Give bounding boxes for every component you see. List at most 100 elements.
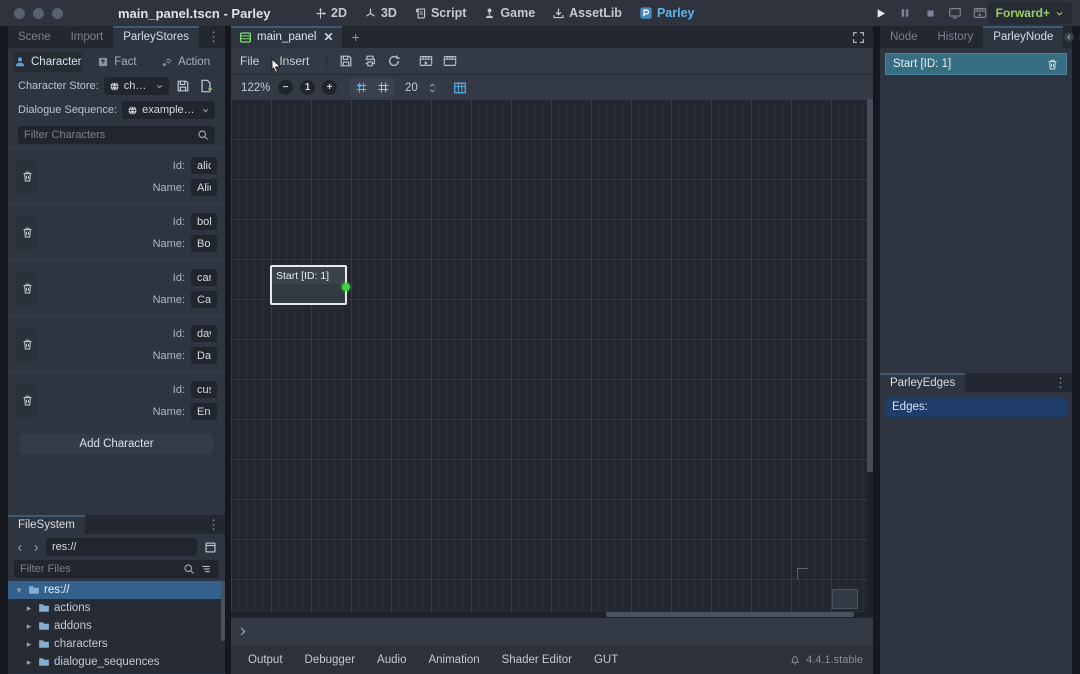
bell-icon[interactable] — [789, 654, 801, 666]
grid-toggle[interactable] — [372, 78, 394, 97]
chevron-right-icon[interactable]: ▸ — [24, 639, 34, 650]
delete-character-button[interactable] — [16, 216, 38, 250]
filter-files-input[interactable] — [20, 563, 183, 575]
tab-action[interactable]: Action — [152, 52, 219, 72]
tab-fact[interactable]: Fact — [84, 52, 151, 72]
character-id-field[interactable] — [191, 381, 217, 398]
play-scene-button[interactable] — [972, 5, 988, 21]
tab-filesystem[interactable]: FileSystem — [8, 515, 85, 534]
tree-item-actions[interactable]: ▸ actions — [8, 599, 225, 617]
dialogue-sequence-select[interactable]: example.ds — [122, 101, 215, 119]
output-port[interactable] — [342, 283, 350, 291]
bottom-tab-animation[interactable]: Animation — [417, 654, 490, 666]
new-tab-button[interactable]: + — [342, 26, 370, 48]
dock-menu-icon[interactable]: ⋮ — [202, 517, 225, 533]
save-store-button[interactable] — [174, 77, 192, 95]
stop-button[interactable] — [922, 5, 938, 21]
character-id-field[interactable] — [191, 157, 217, 174]
print-button[interactable] — [359, 51, 381, 71]
character-name-field[interactable] — [191, 235, 217, 252]
tab-import[interactable]: Import — [61, 26, 114, 48]
graph-minimap[interactable] — [832, 589, 858, 609]
prev-tab-icon[interactable] — [1063, 31, 1075, 43]
selected-node-header[interactable]: Start [ID: 1] — [885, 53, 1067, 75]
tab-3d[interactable]: 3D — [364, 6, 397, 20]
character-id-field[interactable] — [191, 325, 217, 342]
zoom-out-button[interactable]: − — [278, 80, 293, 95]
grid-size-value[interactable]: 20 — [405, 82, 418, 94]
graph-node-start[interactable]: Start [ID: 1] — [270, 265, 347, 305]
chevron-right-icon[interactable]: ▸ — [24, 603, 34, 614]
add-character-button[interactable]: Add Character — [20, 434, 213, 454]
test-dialogue-from-start-button[interactable] — [439, 51, 461, 71]
bottom-tab-gut[interactable]: GUT — [583, 654, 629, 666]
new-store-button[interactable] — [197, 77, 215, 95]
tab-history[interactable]: History — [928, 26, 984, 48]
tab-parley[interactable]: Parley — [639, 6, 695, 20]
character-name-field[interactable] — [191, 403, 217, 420]
minimap-toggle[interactable] — [449, 78, 471, 97]
character-name-field[interactable] — [191, 291, 217, 308]
menu-file[interactable]: File — [231, 54, 268, 68]
dock-menu-icon[interactable]: ⋮ — [202, 29, 225, 45]
tab-node[interactable]: Node — [880, 26, 928, 48]
vertical-scrollbar[interactable] — [867, 99, 873, 617]
pause-button[interactable] — [897, 5, 913, 21]
tab-script[interactable]: Script — [414, 6, 466, 20]
delete-character-button[interactable] — [16, 160, 38, 194]
save-dialogue-button[interactable] — [335, 51, 357, 71]
scrollbar-thumb[interactable] — [867, 99, 873, 472]
character-store-select[interactable]: character_st — [104, 77, 169, 95]
tab-assetlib[interactable]: AssetLib — [552, 6, 622, 20]
remote-debug-button[interactable] — [947, 5, 963, 21]
tree-scrollbar[interactable] — [221, 581, 225, 641]
split-filesystem-button[interactable] — [201, 538, 219, 556]
bottom-tab-audio[interactable]: Audio — [366, 654, 417, 666]
chevron-down-icon[interactable]: ▾ — [14, 585, 24, 596]
tab-2d[interactable]: 2D — [314, 6, 347, 20]
tab-scene[interactable]: Scene — [8, 26, 61, 48]
tab-parley-stores[interactable]: ParleyStores — [113, 26, 199, 48]
bottom-panel-expander[interactable] — [231, 617, 873, 645]
filter-characters-input[interactable] — [24, 129, 197, 141]
tree-item-addons[interactable]: ▸ addons — [8, 617, 225, 635]
bottom-tab-output[interactable]: Output — [237, 654, 294, 666]
character-id-field[interactable] — [191, 269, 217, 286]
renderer-selector[interactable]: Forward+ — [988, 2, 1072, 24]
zoom-reset-button[interactable]: 1 — [300, 80, 315, 95]
tab-parley-edges[interactable]: ParleyEdges — [880, 373, 965, 392]
graph-node-title[interactable]: Start [ID: 1] — [272, 267, 345, 284]
test-dialogue-button[interactable] — [415, 51, 437, 71]
dock-menu-icon[interactable]: ⋮ — [1049, 375, 1072, 391]
delete-node-button[interactable] — [1046, 58, 1059, 71]
grid-size-spinner[interactable] — [427, 81, 438, 95]
tree-item-dialogue-sequences[interactable]: ▸ dialogue_sequences — [8, 653, 225, 671]
play-button[interactable] — [872, 5, 888, 21]
path-input[interactable] — [52, 541, 191, 553]
minimize-window-button[interactable] — [33, 8, 44, 19]
bottom-tab-shader-editor[interactable]: Shader Editor — [491, 654, 583, 666]
nav-forward-button[interactable] — [30, 540, 42, 554]
tab-main-panel[interactable]: main_panel ✕ — [231, 26, 342, 48]
nav-back-button[interactable] — [14, 540, 26, 554]
chevron-right-icon[interactable]: ▸ — [24, 621, 34, 632]
tab-character[interactable]: Character — [14, 52, 82, 72]
chevron-right-icon[interactable]: ▸ — [24, 657, 34, 668]
zoom-in-button[interactable]: + — [322, 80, 337, 95]
reset-view-button[interactable] — [383, 51, 405, 71]
close-tab-icon[interactable]: ✕ — [323, 30, 333, 44]
character-name-field[interactable] — [191, 347, 217, 364]
dialogue-graph-canvas[interactable]: Start [ID: 1] — [231, 99, 867, 617]
tab-parley-node[interactable]: ParleyNode — [983, 26, 1063, 48]
maximize-window-button[interactable] — [52, 8, 63, 19]
character-id-field[interactable] — [191, 213, 217, 230]
delete-character-button[interactable] — [16, 272, 38, 306]
tree-item-res-root[interactable]: ▾ res:// — [8, 581, 225, 599]
tree-item-characters[interactable]: ▸ characters — [8, 635, 225, 653]
expand-editor-button[interactable] — [844, 30, 873, 44]
delete-character-button[interactable] — [16, 328, 38, 362]
bottom-tab-debugger[interactable]: Debugger — [294, 654, 367, 666]
sort-files-button[interactable] — [199, 562, 213, 576]
character-name-field[interactable] — [191, 179, 217, 196]
tab-game[interactable]: Game — [483, 6, 535, 20]
